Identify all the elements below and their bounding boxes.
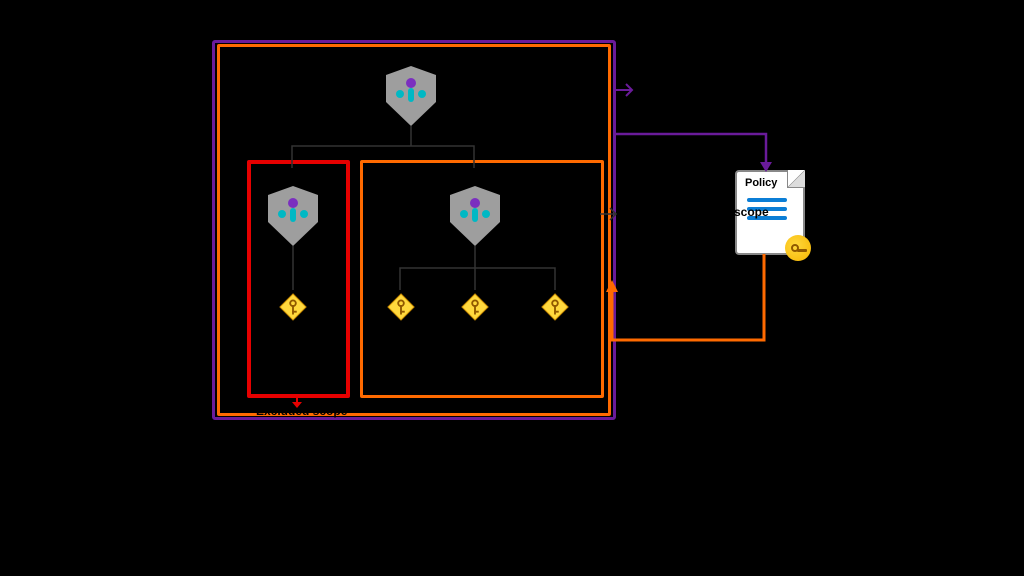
label-it: IT: [470, 167, 482, 182]
label-sub3: Sub 3: [460, 370, 495, 385]
sub3-icon: [460, 292, 490, 322]
sub1-icon: [278, 292, 308, 322]
sub4-icon: [540, 292, 570, 322]
label-root-scope: Root scope: [638, 83, 709, 98]
label-assigned: Assigned scope: [628, 312, 720, 326]
policy-key-icon: [785, 235, 811, 261]
arrow-excluded: [290, 396, 304, 410]
label-sub2: Sub 2: [386, 370, 421, 385]
arrow-root-to-policy: [616, 130, 786, 190]
arrow-mgmt-scope: [600, 206, 620, 222]
label-marketing: Marketing: [260, 167, 321, 182]
label-sub4: Sub 4: [540, 370, 575, 385]
label-mgmt-scope: Management group scope: [620, 205, 769, 219]
label-sub1: Sub 1: [279, 370, 314, 385]
label-root-group: Tenant Root group: [370, 45, 485, 60]
mg-it-icon: [450, 186, 500, 246]
arrow-policy-to-assigned: [604, 254, 774, 354]
arrow-root-scope: [616, 82, 636, 98]
sub2-icon: [386, 292, 416, 322]
mg-marketing-icon: [268, 186, 318, 246]
